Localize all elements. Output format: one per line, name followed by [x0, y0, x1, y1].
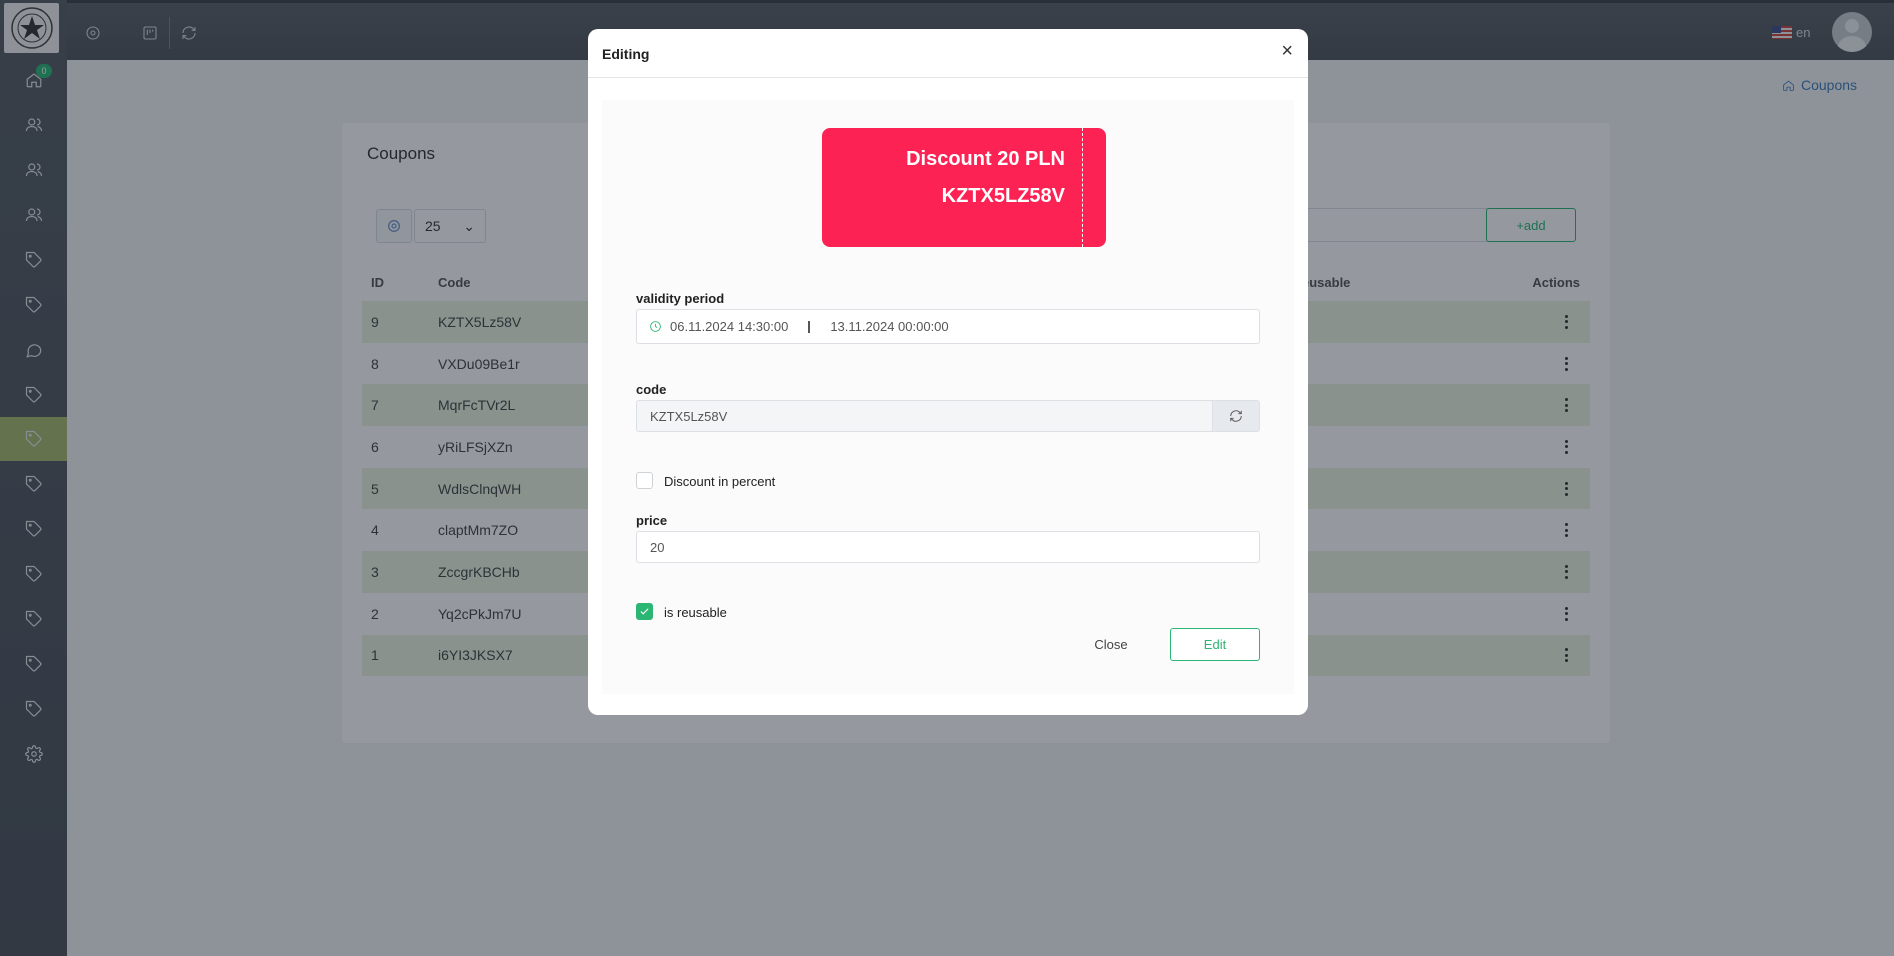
code-input-value: KZTX5Lz58V [650, 408, 728, 424]
refresh-icon [1230, 410, 1242, 422]
coupon-preview: Discount 20 PLN KZTX5LZ58V [822, 128, 1106, 247]
validity-start-value[interactable]: 06.11.2024 14:30:00 [670, 319, 788, 334]
regenerate-code-button[interactable] [1213, 400, 1260, 432]
is-reusable-checkbox[interactable] [636, 603, 653, 620]
validity-period-picker[interactable]: 06.11.2024 14:30:00 13.11.2024 00:00:00 [636, 309, 1260, 344]
coupon-preview-code: KZTX5LZ58V [941, 185, 1065, 207]
edit-button[interactable]: Edit [1170, 628, 1260, 661]
date-range-separator [808, 320, 811, 333]
validity-period-label: validity period [636, 291, 725, 306]
is-reusable-label[interactable]: is reusable [664, 605, 727, 620]
edit-coupon-modal: Editing × Discount 20 PLN KZTX5LZ58V val… [588, 29, 1308, 715]
clock-icon [649, 320, 662, 333]
price-label: price [636, 513, 668, 528]
close-icon[interactable]: × [1281, 41, 1293, 61]
modal-header: Editing × [588, 29, 1308, 78]
coupon-preview-title: Discount 20 PLN [906, 148, 1065, 170]
code-input[interactable]: KZTX5Lz58V [636, 400, 1213, 432]
price-input[interactable]: 20 [636, 531, 1260, 563]
modal-title: Editing [602, 46, 650, 62]
discount-percent-checkbox[interactable] [636, 472, 653, 489]
code-label: code [636, 382, 667, 397]
modal-body: Discount 20 PLN KZTX5LZ58V validity peri… [602, 100, 1294, 694]
coupon-perforation [1082, 128, 1083, 247]
discount-percent-label[interactable]: Discount in percent [664, 474, 775, 489]
validity-end-value[interactable]: 13.11.2024 00:00:00 [830, 319, 948, 334]
close-button[interactable]: Close [1085, 628, 1137, 660]
checkmark-icon [640, 608, 649, 615]
price-input-value: 20 [650, 539, 665, 555]
